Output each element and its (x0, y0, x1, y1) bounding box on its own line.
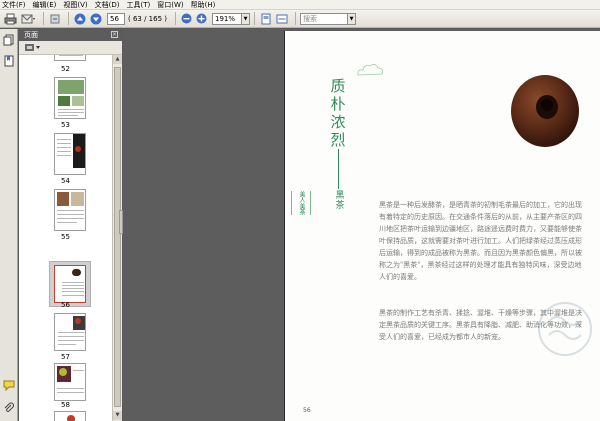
print-icon[interactable] (3, 12, 17, 26)
page-thumbnail[interactable] (54, 77, 86, 119)
body-paragraph-1: 黑茶是一种后发酵茶，是晒青茶的初制毛茶最后的加工，它的出现有着特定的历史原因。在… (379, 201, 582, 281)
page-thumbnail[interactable] (54, 363, 86, 401)
fit-page-icon[interactable] (259, 12, 272, 26)
page-count-label: ( 63 / 165 ) (128, 14, 167, 23)
search-dropdown-icon[interactable]: ▼ (348, 12, 356, 25)
thumbnail-label: 58 (61, 401, 70, 409)
options-icon[interactable] (24, 43, 42, 52)
thumbnail-label: 53 (61, 121, 70, 129)
toolbar-separator (175, 12, 176, 25)
page-number-input[interactable]: 56 (107, 12, 125, 25)
menu-document[interactable]: 文档(D) (95, 0, 120, 10)
zoom-out-icon[interactable] (180, 12, 192, 26)
cloud-ornament-icon (357, 64, 383, 76)
title-rule (338, 149, 339, 189)
watermark-seal-icon (538, 302, 592, 356)
chapter-title: 质朴浓烈 (329, 77, 347, 149)
thumbnail-label: 52 (61, 65, 70, 73)
page-thumbnail[interactable] (54, 133, 86, 175)
thumbnail-list: 52 53 54 55 56 57 58 (19, 55, 112, 421)
thumbnail-label: 54 (61, 177, 70, 185)
fit-width-icon[interactable] (275, 12, 288, 26)
menu-help[interactable]: 帮助(H) (191, 0, 216, 10)
tea-cake-image (511, 75, 579, 147)
scroll-down-icon[interactable]: ▼ (113, 411, 122, 420)
menu-edit[interactable]: 编辑(E) (33, 0, 57, 10)
email-icon[interactable] (20, 12, 36, 26)
panel-title: 页面 (24, 31, 38, 39)
thumbnail-scrollbar[interactable]: ▲ ▼ (112, 55, 122, 421)
toolbar-separator (43, 12, 44, 25)
page-thumbnail[interactable] (54, 189, 86, 231)
attachment-icon[interactable] (3, 402, 15, 414)
close-icon[interactable]: × (111, 31, 118, 38)
zoom-in-icon[interactable] (195, 12, 207, 26)
chevron-down-icon[interactable]: ▼ (242, 12, 250, 25)
bookmarks-icon[interactable] (3, 55, 15, 67)
chapter-title-text: 质朴浓烈 (330, 77, 346, 149)
navigation-strip (0, 29, 18, 421)
menu-view[interactable]: 视图(V) (63, 0, 87, 10)
document-viewport[interactable]: 质朴浓烈 黑茶 美人美茶 黑茶是一种后发酵茶，是晒青茶的初制毛茶最后的加工，它的… (123, 29, 600, 421)
page-thumbnail[interactable] (54, 313, 86, 351)
toolbar-separator (68, 12, 69, 25)
menu-file[interactable]: 文件(F) (2, 0, 26, 10)
search-input[interactable]: 搜索 (300, 12, 348, 25)
menu-tools[interactable]: 工具(T) (127, 0, 151, 10)
toolbar: 56 ( 63 / 165 ) 191% ▼ 搜索 ▼ (0, 10, 600, 28)
zoom-level-select[interactable]: 191% (212, 12, 242, 25)
menu-window[interactable]: 窗口(W) (157, 0, 183, 10)
page-number: 56 (303, 407, 311, 414)
chapter-subtitle: 黑茶 (335, 191, 345, 211)
page-thumbnail[interactable] (54, 55, 86, 61)
pdf-reader-window: 文件(F) 编辑(E) 视图(V) 文档(D) 工具(T) 窗口(W) 帮助(H… (0, 0, 600, 421)
page-thumbnail[interactable] (54, 411, 86, 421)
side-label: 美人美茶 (291, 191, 311, 215)
pages-panel-icon[interactable] (3, 34, 15, 46)
select-hand-icon[interactable] (48, 12, 61, 26)
panel-options-bar (19, 41, 122, 55)
scrollbar-thumb[interactable] (114, 67, 121, 407)
panel-header: 页面 × (19, 29, 122, 41)
page-thumbnail-current[interactable] (54, 265, 86, 303)
side-label-text: 美人美茶 (298, 191, 305, 215)
toolbar-separator (254, 12, 255, 25)
thumbnail-label: 56 (61, 301, 70, 309)
previous-page-icon[interactable] (73, 12, 86, 26)
thumbnail-label: 57 (61, 353, 70, 361)
next-page-icon[interactable] (89, 12, 102, 26)
toolbar-separator (295, 12, 296, 25)
menu-bar: 文件(F) 编辑(E) 视图(V) 文档(D) 工具(T) 窗口(W) 帮助(H… (0, 0, 600, 10)
scroll-up-icon[interactable]: ▲ (113, 55, 122, 64)
thumbnail-label: 55 (61, 233, 70, 241)
comments-icon[interactable] (3, 379, 15, 392)
pages-panel: 页面 × 52 53 54 55 56 57 58 ▲ ▼ (19, 29, 122, 421)
document-page: 质朴浓烈 黑茶 美人美茶 黑茶是一种后发酵茶，是晒青茶的初制毛茶最后的加工，它的… (285, 31, 600, 421)
